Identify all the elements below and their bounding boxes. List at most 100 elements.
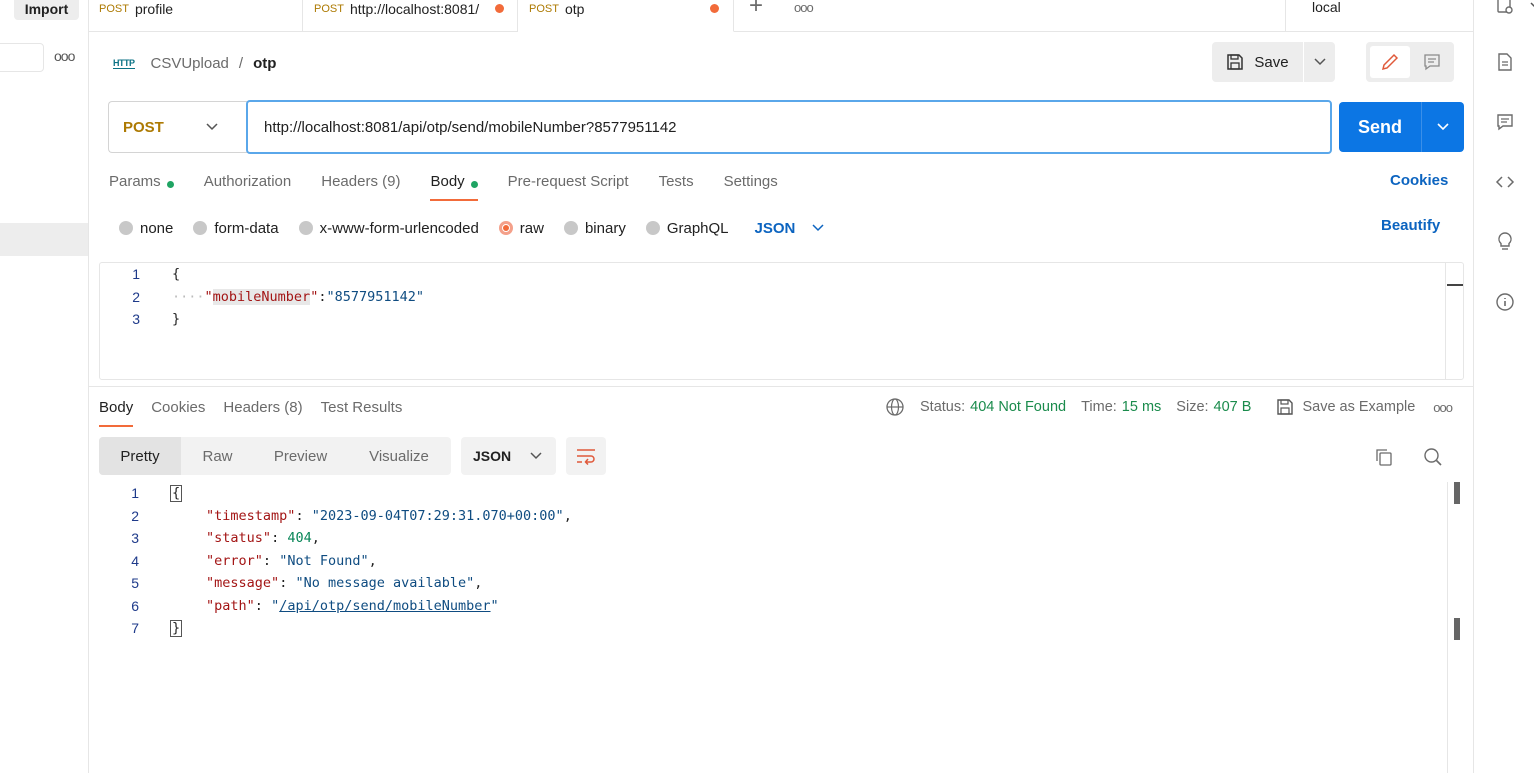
send-button[interactable]: Send bbox=[1339, 102, 1422, 152]
search-icon[interactable] bbox=[1423, 447, 1443, 467]
body-mode-raw[interactable]: raw bbox=[498, 219, 544, 237]
line-number: 6 bbox=[131, 598, 139, 614]
radio-icon bbox=[193, 221, 208, 235]
method-select[interactable]: POST bbox=[108, 101, 247, 153]
cookies-link[interactable]: Cookies bbox=[1390, 172, 1448, 189]
tab-response-body[interactable]: Body bbox=[99, 396, 134, 428]
view-tab-visualize[interactable]: Visualize bbox=[347, 437, 451, 475]
radio-label: raw bbox=[519, 219, 544, 237]
edit-mode-button[interactable] bbox=[1370, 46, 1410, 78]
body-mode-none[interactable]: none bbox=[119, 220, 173, 237]
json-link-value[interactable]: /api/otp/send/mobileNumber bbox=[279, 598, 490, 614]
body-mode-form-data[interactable]: form-data bbox=[193, 220, 279, 237]
tab-localhost[interactable]: POST http://localhost:8081/ bbox=[303, 0, 518, 32]
send-options-button[interactable] bbox=[1422, 102, 1464, 152]
tabs-more-button[interactable]: ooo bbox=[794, 0, 814, 15]
body-language-select[interactable]: JSON bbox=[755, 220, 826, 237]
tab-pre-request-script[interactable]: Pre-request Script bbox=[508, 170, 629, 202]
globe-icon[interactable] bbox=[885, 397, 905, 417]
copy-icon[interactable] bbox=[1374, 447, 1394, 467]
tab-test-results[interactable]: Test Results bbox=[321, 396, 403, 428]
breadcrumb-separator: / bbox=[238, 54, 244, 72]
body-mode-urlencoded[interactable]: x-www-form-urlencoded bbox=[298, 220, 479, 237]
time-value[interactable]: 15 ms bbox=[1122, 399, 1162, 415]
breadcrumb: HTTP CSVUpload / otp bbox=[113, 51, 276, 75]
response-language-select[interactable]: JSON bbox=[461, 437, 556, 475]
response-more-button[interactable]: ooo bbox=[1433, 400, 1453, 415]
radio-label: none bbox=[140, 219, 174, 237]
tab-settings[interactable]: Settings bbox=[724, 170, 778, 202]
environment-quick-look-icon[interactable] bbox=[1495, 0, 1515, 16]
wrap-lines-button[interactable] bbox=[566, 437, 606, 475]
response-language-value: JSON bbox=[473, 448, 512, 464]
tab-profile[interactable]: POST profile bbox=[89, 0, 303, 32]
response-editor-scrollbar[interactable] bbox=[1447, 482, 1465, 773]
lightbulb-icon[interactable] bbox=[1495, 231, 1515, 251]
code-content: "timestamp": "2023-09-04T07:29:31.070+00… bbox=[206, 508, 572, 524]
url-input[interactable] bbox=[246, 100, 1332, 154]
info-icon[interactable] bbox=[1495, 292, 1515, 312]
chevron-down-icon bbox=[530, 452, 542, 460]
tab-label: profile bbox=[134, 1, 174, 17]
view-tab-raw[interactable]: Raw bbox=[181, 437, 254, 475]
request-tabs: Params Authorization Headers (9) Body Pr… bbox=[109, 170, 808, 202]
save-options-button[interactable] bbox=[1304, 42, 1335, 82]
code-content: "message": "No message available", bbox=[206, 575, 483, 591]
size-value[interactable]: 407 B bbox=[1214, 399, 1252, 415]
tab-headers[interactable]: Headers (9) bbox=[321, 170, 400, 202]
tab-tests[interactable]: Tests bbox=[659, 170, 694, 202]
tab-otp[interactable]: POST otp bbox=[518, 0, 734, 32]
chevron-down-icon bbox=[1437, 123, 1449, 131]
save-icon bbox=[1227, 54, 1244, 70]
comment-mode-button[interactable] bbox=[1413, 46, 1450, 78]
request-name[interactable]: otp bbox=[253, 55, 276, 72]
breadcrumb-collection[interactable]: CSVUpload bbox=[151, 55, 229, 72]
beautify-button[interactable]: Beautify bbox=[1381, 217, 1440, 234]
code-token: { bbox=[172, 266, 181, 282]
tab-label: Test Results bbox=[320, 399, 403, 416]
view-tab-preview[interactable]: Preview bbox=[254, 437, 347, 475]
view-tab-pretty[interactable]: Pretty bbox=[99, 437, 181, 475]
new-tab-button[interactable]: + bbox=[749, 0, 763, 20]
pencil-icon bbox=[1381, 53, 1399, 71]
radio-icon bbox=[298, 221, 313, 235]
request-body-editor[interactable]: 1 { 2 ····"mobileNumber":"8577951142" 3 … bbox=[99, 262, 1464, 380]
pane-divider[interactable] bbox=[89, 386, 1473, 387]
code-icon[interactable] bbox=[1495, 172, 1515, 192]
body-mode-graphql[interactable]: GraphQL bbox=[645, 219, 729, 237]
tab-body[interactable]: Body bbox=[430, 170, 478, 202]
json-key: error bbox=[214, 553, 255, 569]
documentation-icon[interactable] bbox=[1495, 52, 1515, 72]
sidebar-selected-item[interactable] bbox=[0, 223, 88, 256]
line-number: 5 bbox=[131, 575, 139, 591]
json-key: status bbox=[214, 530, 263, 546]
mode-toggle bbox=[1366, 42, 1454, 82]
line-number: 4 bbox=[131, 553, 139, 569]
import-button[interactable]: Import bbox=[14, 0, 79, 20]
tab-response-cookies[interactable]: Cookies bbox=[151, 396, 205, 428]
json-value: 2023-09-04T07:29:31.070+00:00 bbox=[319, 508, 556, 524]
radio-label: GraphQL bbox=[666, 219, 729, 237]
request-editor-scrollbar[interactable] bbox=[1445, 263, 1463, 379]
save-as-example-button[interactable]: Save as Example bbox=[1276, 398, 1415, 416]
tab-params[interactable]: Params bbox=[109, 170, 174, 202]
tab-label: Cookies bbox=[151, 399, 206, 416]
body-mode-binary[interactable]: binary bbox=[563, 220, 626, 237]
chevron-down-icon bbox=[1313, 58, 1326, 66]
sidebar-search-input[interactable] bbox=[0, 43, 44, 72]
comments-icon[interactable] bbox=[1495, 112, 1515, 132]
size-label: Size: bbox=[1176, 399, 1209, 415]
response-body-viewer[interactable]: 1 { 2 "timestamp": "2023-09-04T07:29:31.… bbox=[99, 482, 1464, 773]
tab-label: Body bbox=[430, 173, 465, 190]
tab-authorization[interactable]: Authorization bbox=[204, 170, 292, 202]
sidebar-more-button[interactable]: ooo bbox=[54, 48, 75, 64]
json-key: timestamp bbox=[214, 508, 288, 524]
tab-response-headers[interactable]: Headers (8) bbox=[223, 396, 302, 428]
tab-label: Headers bbox=[223, 399, 281, 416]
tab-count: (9) bbox=[382, 173, 401, 190]
line-number: 2 bbox=[132, 289, 140, 305]
save-button[interactable]: Save bbox=[1212, 42, 1304, 82]
code-content: ····"mobileNumber":"8577951142" bbox=[172, 289, 425, 305]
line-number: 2 bbox=[131, 508, 139, 524]
status-value[interactable]: 404 Not Found bbox=[970, 399, 1066, 415]
